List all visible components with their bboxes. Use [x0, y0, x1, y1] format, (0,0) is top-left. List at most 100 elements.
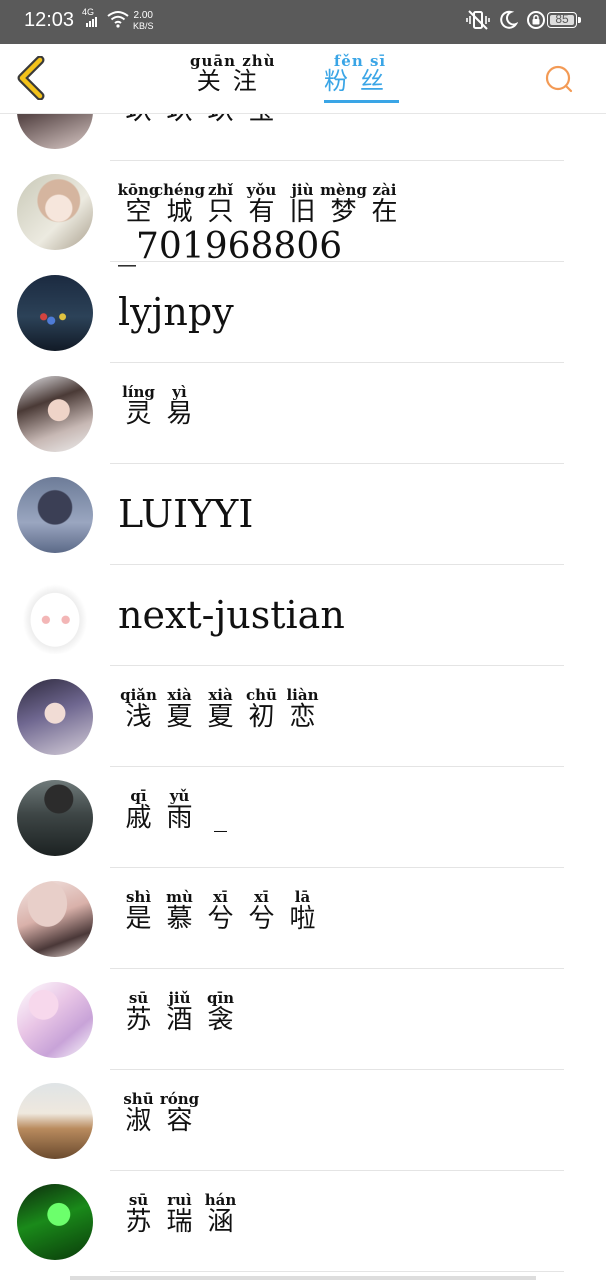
pinyin: xià [208, 686, 233, 704]
name-character: shì 是 [118, 888, 159, 934]
fan-list-item[interactable]: kōng 空 chéng 城 zhǐ 只 yǒu 有 jiù 旧 mèng 梦 zài 在 _7019688… [0, 161, 606, 267]
avatar[interactable] [17, 982, 93, 1058]
name-character: hán 涵 [200, 1191, 241, 1237]
avatar[interactable] [17, 1184, 93, 1260]
battery-level: 85 [555, 12, 569, 26]
hanzi: 衾 [207, 1005, 234, 1035]
hanzi: 只 [207, 197, 234, 227]
name-character: yǒu 有 [241, 181, 282, 227]
hanzi: 酒 [166, 1005, 193, 1035]
pinyin: jiù [291, 181, 314, 199]
avatar[interactable] [17, 174, 93, 250]
avatar[interactable] [17, 275, 93, 351]
hanzi: 容 [166, 1106, 193, 1136]
network-speed: 2.00 KB/S [133, 10, 154, 32]
fan-name: 玖 玖 玖 宝 [118, 114, 558, 125]
name-character: shū 淑 [118, 1092, 159, 1136]
name-character: 宝 [241, 114, 282, 125]
avatar[interactable] [17, 376, 93, 452]
name-character: róng 容 [159, 1092, 200, 1136]
pinyin: yǒu [246, 181, 277, 199]
speed-value: 2.00 [133, 10, 153, 21]
name-character: _ [200, 789, 241, 832]
pinyin: mèng [320, 181, 367, 199]
pinyin: hán [204, 1191, 237, 1209]
hanzi: 戚 [125, 803, 152, 833]
hanzi: 梦 [330, 197, 357, 227]
wifi-icon [107, 11, 129, 28]
status-bar: 12:03 4G 2.00 KB/S 85 [0, 0, 606, 44]
fan-list-item[interactable]: next-justian [0, 565, 606, 666]
fans-list-content: 玖 玖 玖 宝kōng空chéng城zhǐ只yǒu有jiù旧mèng梦zài在_… [0, 114, 606, 1272]
hanzi: 有 [248, 197, 275, 227]
pinyin: yì [172, 383, 187, 401]
name-character: xī 兮 [200, 890, 241, 934]
tab-fans-label: 粉丝 [324, 67, 396, 95]
divider [110, 1271, 564, 1272]
tab-follow[interactable]: guān zhù 关注 [190, 54, 276, 94]
fan-list-item[interactable]: sū 苏 jiǔ 酒 qīn 衾 [0, 969, 606, 1070]
fan-list-item[interactable]: shì 是 mù 慕 xī 兮 xī 兮 lā 啦 [0, 868, 606, 969]
fan-list-item[interactable]: 玖 玖 玖 宝 [0, 114, 606, 161]
fan-name: qiǎn 浅 xià 夏 xià 夏 chū 初 liàn 恋 [118, 686, 558, 732]
hanzi: 兮 [248, 904, 275, 934]
pinyin: líng [122, 383, 155, 401]
avatar[interactable] [17, 780, 93, 856]
fan-name: kōng 空 chéng 城 zhǐ 只 yǒu 有 jiù 旧 mèng 梦 zài 在 _7019688… [118, 183, 558, 268]
name-character: sū 苏 [118, 989, 159, 1035]
avatar[interactable] [17, 1083, 93, 1159]
fan-list-item[interactable]: shū 淑 róng 容 [0, 1070, 606, 1171]
pinyin: jiǔ [168, 989, 191, 1007]
hanzi: 夏 [207, 702, 234, 732]
fan-list-item[interactable]: líng 灵 yì 易 [0, 363, 606, 464]
pinyin: shì [125, 888, 152, 906]
search-icon[interactable] [542, 62, 576, 96]
hanzi: _ [214, 803, 227, 833]
fan-name: lyjnpy [118, 290, 234, 334]
avatar[interactable] [17, 578, 93, 654]
pinyin [218, 789, 223, 804]
name-character: chū 初 [241, 686, 282, 732]
hanzi: 浅 [125, 702, 152, 732]
name-character: liàn 恋 [282, 686, 323, 732]
hanzi: 宝 [248, 114, 274, 125]
name-character: 玖 [118, 114, 159, 125]
pinyin: liàn [286, 686, 319, 704]
fan-list-item[interactable]: qī 戚 yǔ 雨 _ [0, 767, 606, 868]
fan-list-item[interactable]: qiǎn 浅 xià 夏 xià 夏 chū 初 liàn 恋 [0, 666, 606, 767]
hanzi: 兮 [207, 904, 234, 934]
pinyin: yǔ [169, 787, 190, 805]
hanzi: 玖 [207, 114, 233, 125]
name-character: zài 在 [364, 183, 405, 227]
avatar[interactable] [17, 679, 93, 755]
hanzi: 慕 [166, 904, 193, 934]
pinyin: mù [166, 888, 193, 906]
back-icon[interactable] [12, 56, 52, 100]
name-character: ruì 瑞 [159, 1191, 200, 1237]
name-character: yì 易 [159, 383, 200, 429]
fan-list-item[interactable]: sū 苏 ruì 瑞 hán 涵 [0, 1171, 606, 1272]
name-character: zhǐ 只 [200, 183, 241, 227]
avatar[interactable] [17, 477, 93, 553]
speed-unit: KB/S [133, 21, 154, 31]
pinyin: chū [246, 686, 277, 704]
name-character: xià 夏 [159, 688, 200, 732]
avatar[interactable] [17, 881, 93, 957]
name-character: qiǎn 浅 [118, 688, 159, 732]
fans-list[interactable]: 玖 玖 玖 宝kōng空chéng城zhǐ只yǒu有jiù旧mèng梦zài在_… [0, 114, 606, 1280]
pinyin: sū [128, 989, 149, 1007]
fan-list-item[interactable]: lyjnpy [0, 262, 606, 363]
hanzi: 灵 [125, 399, 152, 429]
name-character: xià 夏 [200, 686, 241, 732]
avatar[interactable] [17, 114, 93, 149]
name-character: líng 灵 [118, 383, 159, 429]
signal-icon [86, 17, 97, 27]
status-icons [466, 10, 546, 30]
moon-icon [500, 10, 518, 29]
name-character: chéng 城 [154, 183, 205, 227]
fan-list-item[interactable]: LUIYYI [0, 464, 606, 565]
name-character: lā 啦 [282, 890, 323, 934]
pinyin: ruì [167, 1191, 192, 1209]
tab-fans[interactable]: fěn sī 粉丝 [324, 54, 396, 95]
hanzi: 夏 [166, 702, 193, 732]
